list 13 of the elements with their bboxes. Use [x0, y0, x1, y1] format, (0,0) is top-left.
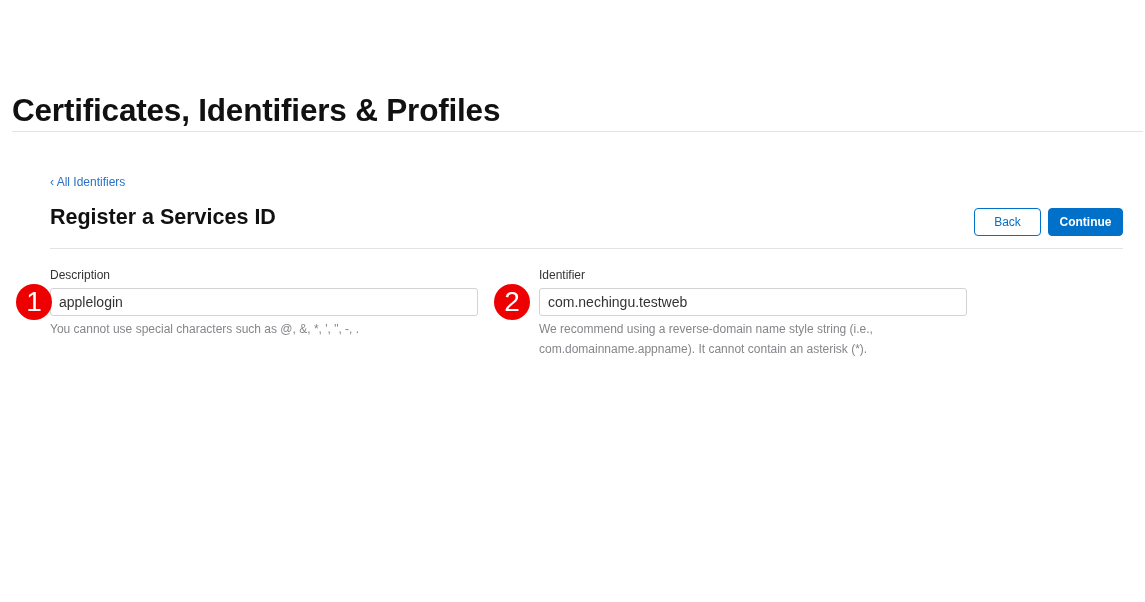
form-title: Register a Services ID	[50, 205, 276, 230]
text-field[interactable]: applelogin	[50, 288, 478, 316]
step-marker: 2	[494, 284, 530, 320]
help-text: You cannot use special characters such as @, &, *, ', ", -, .	[50, 321, 360, 338]
back-link[interactable]: ‹ All Identifiers	[50, 174, 126, 190]
continue-button[interactable]: Continue	[1048, 208, 1123, 236]
help-text: We recommend using a reverse-domain name style string (i.e., com.domainname.appname). It cannot contain an asterisk (*).	[539, 321, 874, 358]
field-label: Description	[50, 267, 111, 283]
page-title: Certificates, Identifiers & Profiles	[12, 93, 501, 128]
step-marker: 1	[16, 284, 52, 320]
text-field[interactable]: com.nechingu.testweb	[539, 288, 967, 316]
field-label: Identifier	[539, 267, 586, 283]
back-button[interactable]: Back	[974, 208, 1041, 236]
